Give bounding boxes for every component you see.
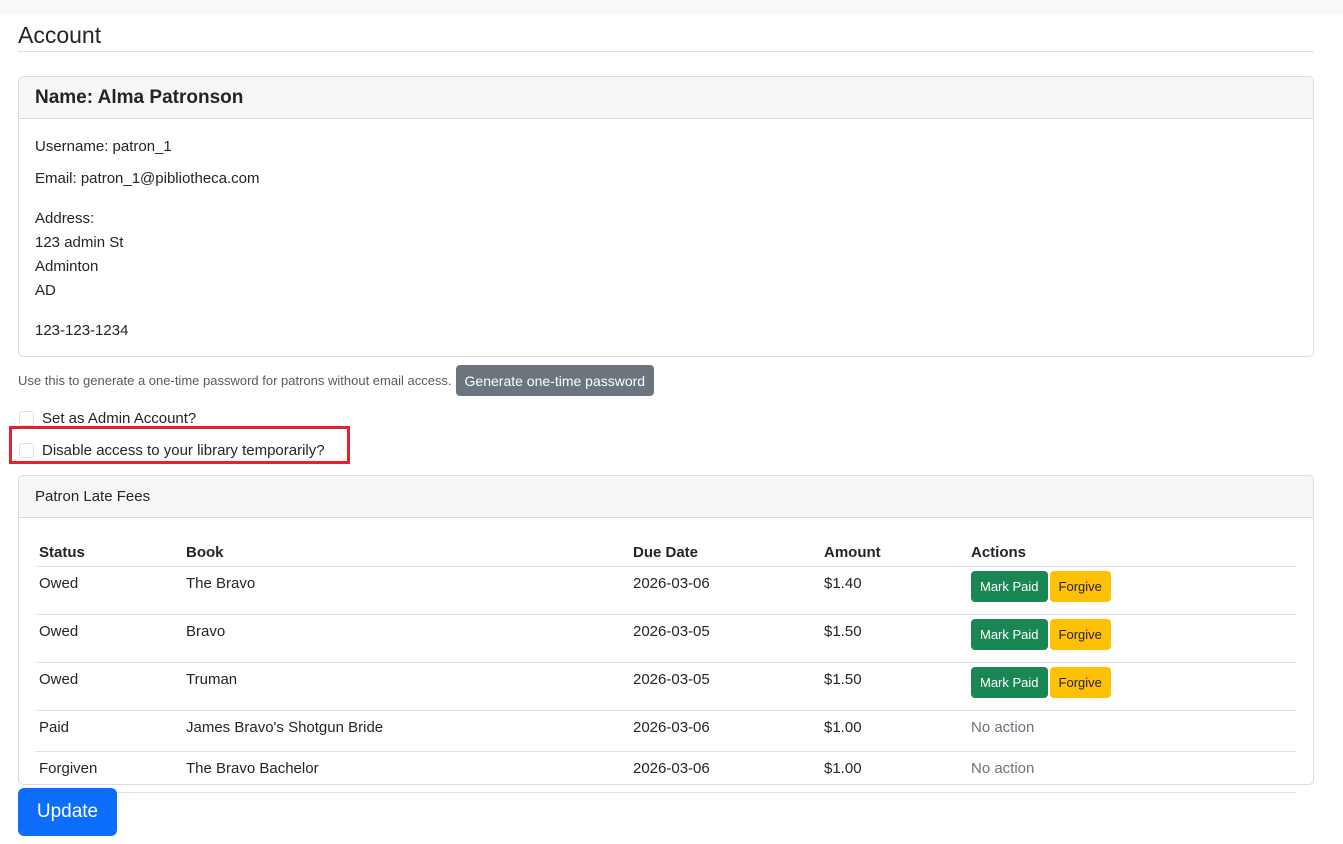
username-line: Username: patron_1 — [35, 138, 172, 155]
forgive-button[interactable]: Forgive — [1049, 667, 1111, 698]
table-row: Forgiven The Bravo Bachelor 2026-03-06 $… — [35, 751, 1297, 793]
column-header-amount: Amount — [820, 538, 967, 567]
cell-book: James Bravo's Shotgun Bride — [182, 710, 629, 752]
mark-paid-button[interactable]: Mark Paid — [971, 571, 1048, 602]
address-line-3: AD — [35, 282, 56, 299]
cell-due-date: 2026-03-05 — [629, 614, 820, 663]
admin-checkbox[interactable] — [19, 410, 34, 426]
mark-paid-button[interactable]: Mark Paid — [971, 619, 1048, 650]
late-fees-body: Status Book Due Date Amount Actions Owed… — [19, 518, 1313, 793]
admin-checkbox-label[interactable]: Set as Admin Account? — [42, 410, 196, 427]
otp-help-text: Use this to generate a one-time password… — [18, 373, 452, 388]
late-fees-header: Patron Late Fees — [19, 476, 1313, 518]
cell-status: Owed — [35, 566, 182, 615]
phone-line: 123-123-1234 — [35, 322, 129, 339]
account-page: Account Name: Alma Patronson Username: p… — [9, 15, 1314, 793]
cell-actions: Mark Paid Forgive — [967, 662, 1297, 711]
cell-actions: Mark Paid Forgive — [967, 614, 1297, 663]
table-row: Paid James Bravo's Shotgun Bride 2026-03… — [35, 710, 1297, 752]
table-row: Owed Bravo 2026-03-05 $1.50 Mark Paid For… — [35, 614, 1297, 663]
top-strip — [0, 0, 1343, 15]
late-fees-card: Patron Late Fees Status Book Due Date Am… — [18, 475, 1314, 793]
disable-access-checkbox-row[interactable]: Disable access to your library temporari… — [9, 426, 1314, 464]
address-line-2: Adminton — [35, 258, 99, 275]
address-label: Address: — [35, 210, 95, 227]
column-header-actions: Actions — [967, 538, 1297, 567]
cell-no-action: No action — [967, 710, 1297, 752]
late-fees-table: Status Book Due Date Amount Actions Owed… — [35, 538, 1297, 793]
cell-amount: $1.50 — [820, 614, 967, 663]
account-card: Name: Alma Patronson Username: patron_1 … — [18, 76, 1314, 357]
cell-due-date: 2026-03-06 — [629, 710, 820, 752]
cell-amount: $1.40 — [820, 566, 967, 615]
cell-book: The Bravo — [182, 566, 629, 615]
address-block: Address: 123 admin St Adminton AD — [35, 191, 1297, 303]
address-line-1: 123 admin St — [35, 234, 124, 251]
cell-status: Owed — [35, 614, 182, 663]
admin-checkbox-row[interactable]: Set as Admin Account? — [18, 406, 1314, 430]
column-header-book: Book — [182, 538, 629, 567]
column-header-status: Status — [35, 538, 182, 567]
cell-amount: $1.50 — [820, 662, 967, 711]
table-row: Owed Truman 2026-03-05 $1.50 Mark Paid Fo… — [35, 662, 1297, 711]
account-details: Username: patron_1 Email: patron_1@pibli… — [19, 119, 1313, 343]
cell-due-date: 2026-03-06 — [629, 566, 820, 615]
cell-due-date: 2026-03-05 — [629, 662, 820, 711]
disable-access-checkbox-label[interactable]: Disable access to your library temporari… — [42, 442, 325, 459]
form-actions: Update — [18, 788, 117, 836]
forgive-button[interactable]: Forgive — [1049, 571, 1111, 602]
disable-access-checkbox[interactable] — [19, 442, 34, 458]
cell-actions: Mark Paid Forgive — [967, 566, 1297, 615]
cell-status: Owed — [35, 662, 182, 711]
email-line: Email: patron_1@pibliotheca.com — [35, 170, 260, 187]
otp-row: Use this to generate a one-time password… — [18, 365, 1314, 396]
table-header-row: Status Book Due Date Amount Actions — [35, 538, 1297, 567]
mark-paid-button[interactable]: Mark Paid — [971, 667, 1048, 698]
cell-status: Paid — [35, 710, 182, 752]
title-divider — [18, 51, 1314, 52]
cell-due-date: 2026-03-06 — [629, 751, 820, 793]
cell-book: The Bravo Bachelor — [182, 751, 629, 793]
account-name-header: Name: Alma Patronson — [19, 77, 1313, 119]
cell-amount: $1.00 — [820, 710, 967, 752]
cell-status: Forgiven — [35, 751, 182, 793]
cell-book: Bravo — [182, 614, 629, 663]
cell-no-action: No action — [967, 751, 1297, 793]
page-title: Account — [18, 22, 102, 48]
forgive-button[interactable]: Forgive — [1049, 619, 1111, 650]
column-header-due-date: Due Date — [629, 538, 820, 567]
cell-book: Truman — [182, 662, 629, 711]
cell-amount: $1.00 — [820, 751, 967, 793]
update-button[interactable]: Update — [18, 788, 117, 836]
table-row: Owed The Bravo 2026-03-06 $1.40 Mark Pai… — [35, 566, 1297, 615]
generate-otp-button[interactable]: Generate one-time password — [455, 365, 655, 396]
